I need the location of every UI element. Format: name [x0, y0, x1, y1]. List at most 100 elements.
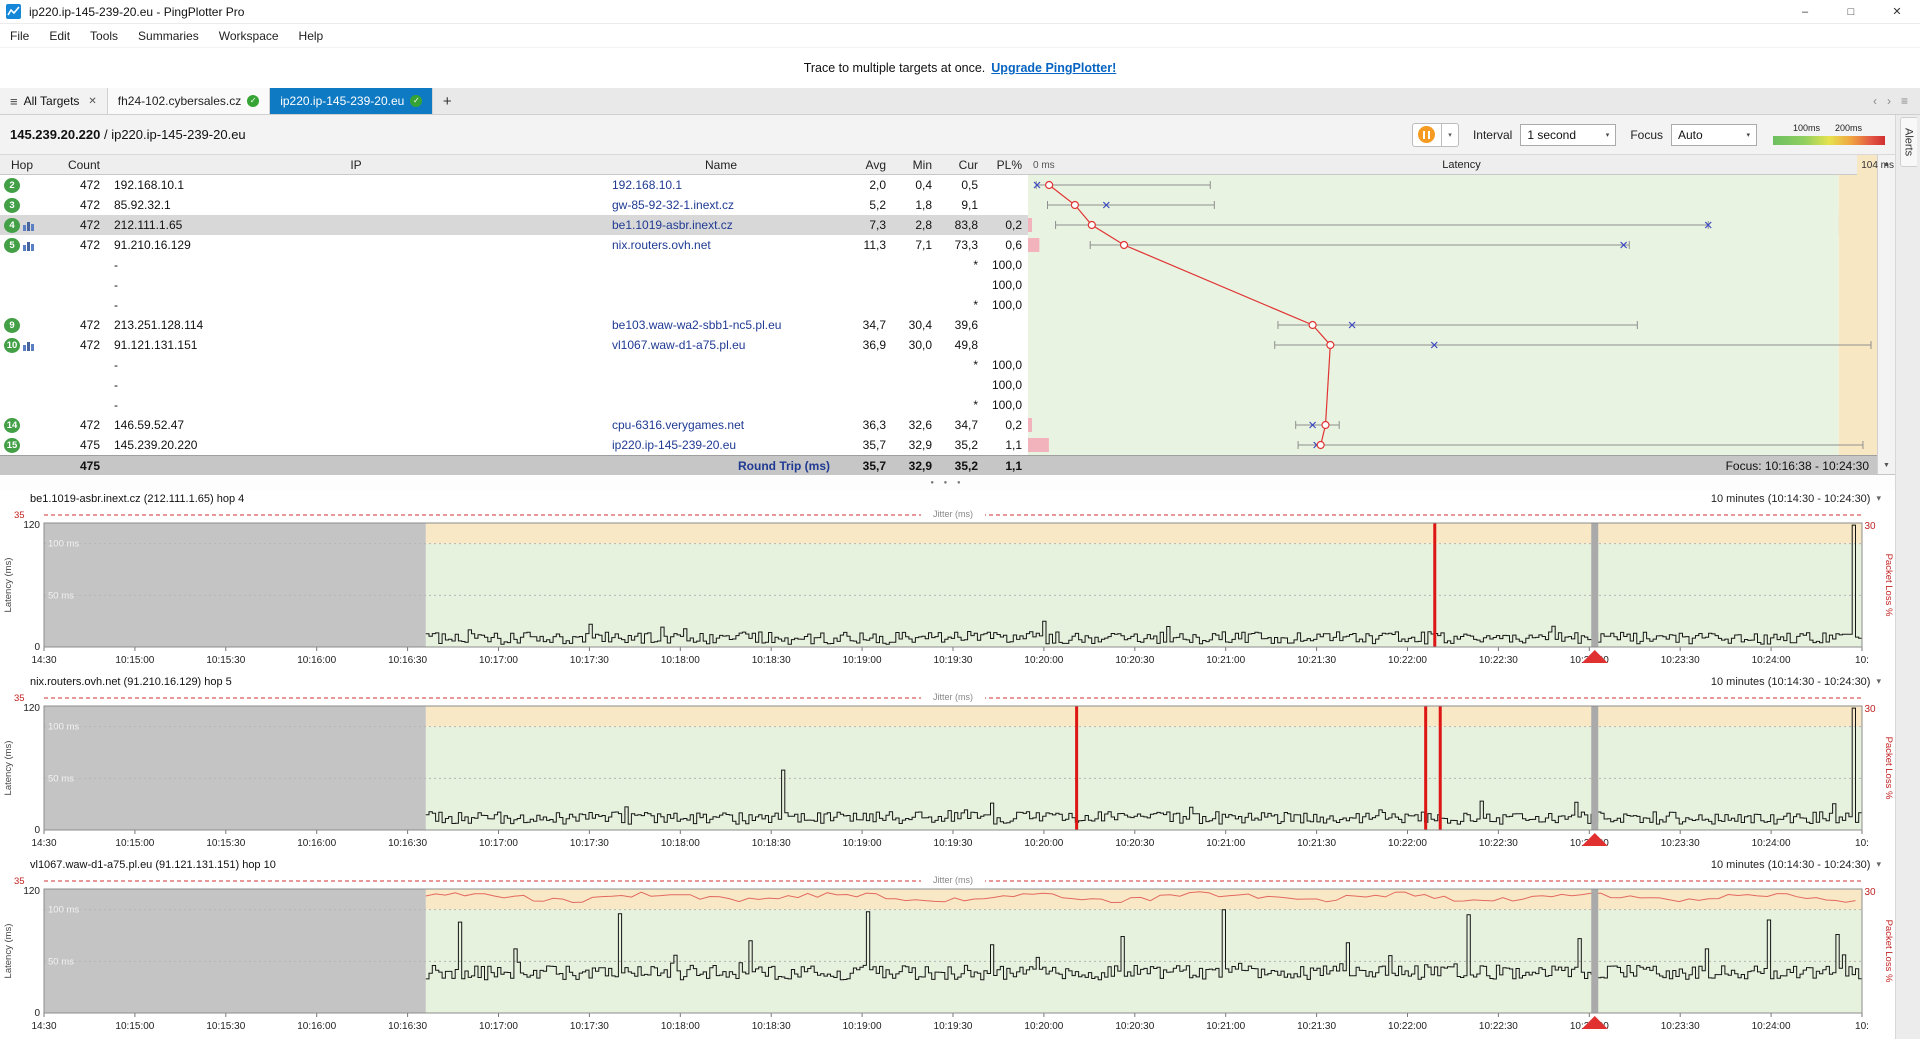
timeline-graph[interactable]: 35Jitter (ms)100 ms50 ms14:3010:15:0010:… [0, 507, 1895, 673]
column-header-latency[interactable]: 0 ms Latency 104 ms [1028, 155, 1895, 175]
name-cell: vl1067.waw-d1-a75.pl.eu [606, 338, 836, 352]
chevron-down-icon[interactable]: ▾ [1876, 676, 1881, 687]
svg-text:10:23:30: 10:23:30 [1661, 655, 1700, 666]
scrollbar-track[interactable] [1878, 173, 1895, 456]
svg-text:10:18:30: 10:18:30 [752, 655, 791, 666]
close-icon[interactable]: ✕ [88, 96, 96, 107]
svg-text:120: 120 [23, 703, 40, 714]
new-tab-button[interactable]: + [433, 88, 461, 114]
svg-text:10:21:30: 10:21:30 [1297, 838, 1336, 849]
timeline-range-label: 10 minutes (10:14:30 - 10:24:30) [1711, 859, 1871, 871]
svg-text:10:21:30: 10:21:30 [1297, 655, 1336, 666]
name-cell: be1.1019-asbr.inext.cz [606, 218, 836, 232]
alerts-panel-tab[interactable]: Alerts [1900, 117, 1917, 167]
hop-cell: 14 [0, 418, 44, 433]
column-header-name[interactable]: Name [606, 158, 836, 172]
focus-range: Focus: 10:16:38 - 10:24:30 [1028, 459, 1895, 473]
timeline-graph[interactable]: 35Jitter (ms)100 ms50 ms14:3010:15:0010:… [0, 873, 1895, 1039]
maximize-button[interactable]: □ [1828, 0, 1874, 23]
menu-tools[interactable]: Tools [80, 24, 128, 47]
svg-text:10:17:00: 10:17:00 [479, 655, 518, 666]
column-header-ip[interactable]: IP [106, 158, 606, 172]
menu-help[interactable]: Help [289, 24, 334, 47]
svg-text:14:30: 14:30 [31, 655, 56, 666]
upgrade-link[interactable]: Upgrade PingPlotter! [991, 61, 1116, 75]
chevron-down-icon[interactable]: ▾ [1876, 493, 1881, 504]
min-cell: 30,0 [892, 338, 938, 352]
svg-text:10:15:30: 10:15:30 [206, 655, 245, 666]
scroll-down-icon[interactable]: ▼ [1878, 456, 1895, 474]
column-header-hop[interactable]: Hop [0, 158, 44, 172]
timeline-graph[interactable]: 35Jitter (ms)100 ms50 ms14:3010:15:0010:… [0, 690, 1895, 856]
column-header-pl[interactable]: PL% [984, 158, 1028, 172]
svg-text:10:19:30: 10:19:30 [934, 655, 973, 666]
ip-cell: - [106, 258, 606, 272]
tab-all-targets[interactable]: ≡ All Targets ✕ [0, 88, 108, 114]
column-header-cur[interactable]: Cur [938, 158, 984, 172]
svg-text:10:17:00: 10:17:00 [479, 1021, 518, 1032]
cur-cell: 35,2 [938, 438, 984, 452]
pingplotter-window: ip220.ip-145-239-20.eu - PingPlotter Pro… [0, 0, 1920, 1039]
timeline-panel: nix.routers.ovh.net (91.210.16.129) hop … [0, 673, 1895, 856]
svg-text:10:15:00: 10:15:00 [115, 1021, 154, 1032]
count-cell: 475 [44, 438, 106, 452]
svg-text:10:22:30: 10:22:30 [1479, 655, 1518, 666]
pl-cell: 0,2 [984, 218, 1028, 232]
close-button[interactable]: ✕ [1874, 0, 1920, 23]
pl-cell: 0,6 [984, 238, 1028, 252]
avg-cell: 5,2 [836, 198, 892, 212]
svg-text:10:19:30: 10:19:30 [934, 1021, 973, 1032]
hop-number-badge: 3 [4, 198, 20, 213]
svg-text:10:: 10: [1855, 655, 1869, 666]
tab-fh24-102[interactable]: fh24-102.cybersales.cz ✓ [108, 88, 270, 114]
ip-cell: 85.92.32.1 [106, 198, 606, 212]
pane-splitter[interactable]: ● ● ● [0, 475, 1895, 490]
tab-nav-controls: ‹ › ≡ [1861, 88, 1920, 114]
tab-list-icon[interactable]: ≡ [1901, 94, 1908, 108]
svg-text:10:21:30: 10:21:30 [1297, 1021, 1336, 1032]
menu-summaries[interactable]: Summaries [128, 24, 209, 47]
window-controls: – □ ✕ [1782, 0, 1920, 23]
footer-cur: 35,2 [938, 459, 984, 473]
svg-text:10:21:00: 10:21:00 [1206, 655, 1245, 666]
hop-number-badge: 5 [4, 238, 20, 253]
chevron-down-icon[interactable]: ▾ [1876, 859, 1881, 870]
svg-text:100 ms: 100 ms [48, 905, 79, 916]
menu-file[interactable]: File [0, 24, 39, 47]
svg-text:120: 120 [23, 520, 40, 531]
chevron-down-icon: ▾ [1606, 131, 1610, 139]
minimize-button[interactable]: – [1782, 0, 1828, 23]
interval-select[interactable]: 1 second ▾ [1520, 124, 1616, 146]
svg-text:10:22:00: 10:22:00 [1388, 1021, 1427, 1032]
chevron-right-icon[interactable]: › [1887, 94, 1891, 108]
target-ip: 145.239.20.220 [10, 127, 100, 142]
column-header-avg[interactable]: Avg [836, 158, 892, 172]
tab-ip220[interactable]: ip220.ip-145-239-20.eu ✓ [270, 88, 433, 114]
timeline-chart-icon [23, 240, 35, 251]
cur-cell: 83,8 [938, 218, 984, 232]
focus-select[interactable]: Auto ▾ [1671, 124, 1757, 146]
menu-bar: FileEditToolsSummariesWorkspaceHelp [0, 24, 1920, 48]
hop-latency-graph[interactable] [1028, 175, 1877, 455]
menu-workspace[interactable]: Workspace [209, 24, 289, 47]
svg-text:10:24:00: 10:24:00 [1752, 655, 1791, 666]
cur-cell: 73,3 [938, 238, 984, 252]
menu-edit[interactable]: Edit [39, 24, 80, 47]
min-cell: 7,1 [892, 238, 938, 252]
svg-text:10:: 10: [1855, 1021, 1869, 1032]
timeline-chart-icon [23, 220, 35, 231]
svg-text:10:18:00: 10:18:00 [661, 655, 700, 666]
column-header-count[interactable]: Count [44, 158, 106, 172]
title-bar: ip220.ip-145-239-20.eu - PingPlotter Pro… [0, 0, 1920, 24]
pause-dropdown-button[interactable]: ▾ [1442, 123, 1459, 147]
summary-scrollbar[interactable]: ▲ ▼ [1877, 155, 1895, 474]
svg-text:10:18:00: 10:18:00 [661, 838, 700, 849]
latency-scale-legend: 100ms 200ms [1773, 124, 1885, 146]
column-header-min[interactable]: Min [892, 158, 938, 172]
svg-text:10:18:30: 10:18:30 [752, 1021, 791, 1032]
cur-cell: * [938, 298, 984, 312]
avg-cell: 11,3 [836, 238, 892, 252]
pause-button[interactable] [1412, 123, 1442, 147]
svg-text:10:19:00: 10:19:00 [843, 1021, 882, 1032]
chevron-left-icon[interactable]: ‹ [1873, 94, 1877, 108]
